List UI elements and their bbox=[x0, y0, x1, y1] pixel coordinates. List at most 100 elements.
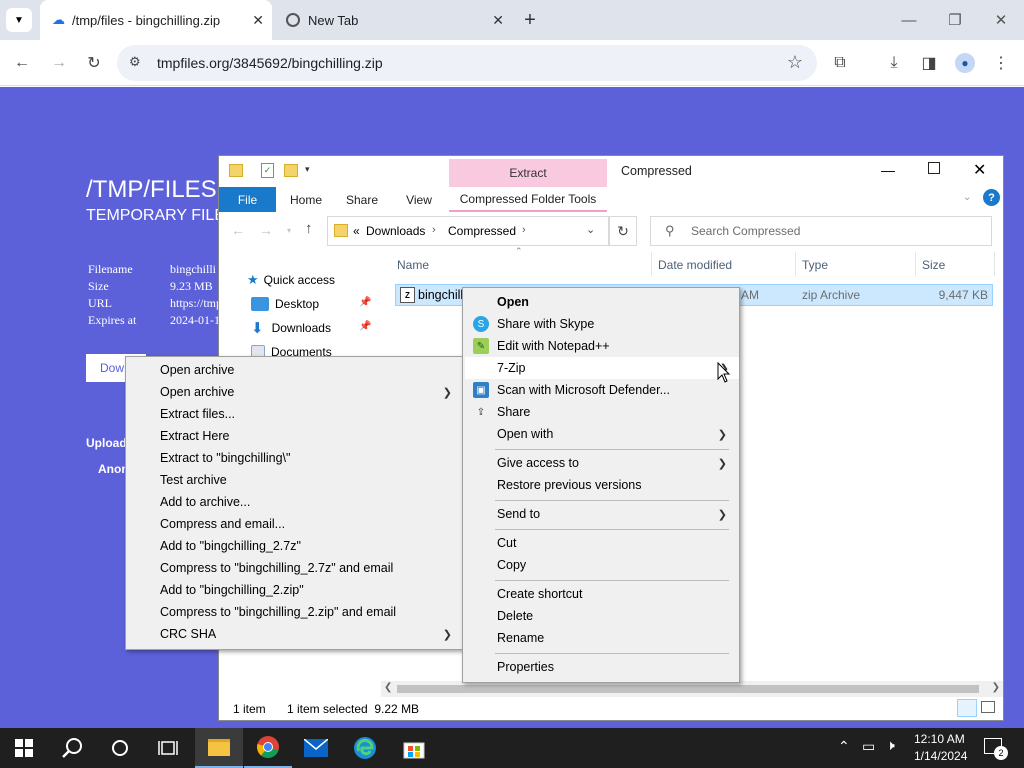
close-icon[interactable]: ✕ bbox=[973, 160, 986, 180]
column-header-date[interactable]: Date modified bbox=[658, 258, 732, 272]
menu-item-share-skype[interactable]: S Share with Skype bbox=[463, 313, 739, 335]
menu-item-share[interactable]: ⇪ Share bbox=[463, 401, 739, 423]
tab-view[interactable]: View bbox=[393, 187, 445, 212]
breadcrumb-compressed[interactable]: Compressed bbox=[448, 224, 516, 238]
tab-home[interactable]: Home bbox=[281, 187, 331, 212]
back-icon[interactable]: ← bbox=[231, 222, 245, 238]
back-button[interactable]: ← bbox=[7, 48, 37, 78]
menu-item-open-archive-sub[interactable]: Open archive ❯ bbox=[126, 381, 464, 403]
menu-button[interactable]: ⋮ bbox=[986, 48, 1016, 78]
menu-item-send-to[interactable]: Send to ❯ bbox=[463, 503, 739, 525]
new-folder-icon[interactable] bbox=[284, 164, 298, 177]
profile-button[interactable]: ● bbox=[950, 48, 980, 78]
taskbar-time[interactable]: 12:10 AM bbox=[914, 732, 965, 746]
address-dropdown-icon[interactable]: ⌄ bbox=[586, 223, 595, 236]
tab-compressed-folder-tools[interactable]: Compressed Folder Tools bbox=[449, 187, 607, 212]
menu-item-open-with[interactable]: Open with ❯ bbox=[463, 423, 739, 445]
menu-item-add-to-archive[interactable]: Add to archive... bbox=[126, 491, 464, 513]
menu-item-cut[interactable]: Cut bbox=[463, 532, 739, 554]
chevron-down-icon[interactable]: ⌄ bbox=[963, 192, 971, 203]
tab-active[interactable]: ☁ /tmp/files - bingchilling.zip ✕ bbox=[40, 0, 272, 40]
nav-desktop[interactable]: Desktop bbox=[251, 293, 319, 315]
restore-button[interactable]: ❐ bbox=[932, 0, 978, 40]
breadcrumb-overflow[interactable]: « bbox=[353, 224, 360, 238]
tab-share[interactable]: Share bbox=[337, 187, 387, 212]
notification-center-button[interactable]: 2 bbox=[984, 738, 1008, 760]
tab-search-button[interactable]: ▼ bbox=[6, 8, 32, 32]
horizontal-scrollbar[interactable]: ❮ ❯ bbox=[381, 681, 1003, 697]
menu-item-extract-files[interactable]: Extract files... bbox=[126, 403, 464, 425]
menu-item-compress-zip-email[interactable]: Compress to "bingchilling_2.zip" and ema… bbox=[126, 601, 464, 623]
nav-downloads[interactable]: ⬇ Downloads bbox=[251, 317, 331, 339]
extensions-button[interactable]: ⧉ bbox=[825, 48, 855, 78]
taskbar-file-explorer[interactable] bbox=[195, 728, 243, 768]
tab-file[interactable]: File bbox=[219, 187, 276, 212]
menu-item-compress-7z-email[interactable]: Compress to "bingchilling_2.7z" and emai… bbox=[126, 557, 464, 579]
taskbar-chrome[interactable] bbox=[244, 728, 292, 768]
column-header-name[interactable]: Name bbox=[397, 258, 429, 272]
network-icon[interactable]: ▭ bbox=[862, 738, 875, 755]
reload-button[interactable]: ↻ bbox=[79, 48, 109, 78]
start-button[interactable] bbox=[0, 728, 48, 768]
site-info-icon[interactable]: ⚙ bbox=[129, 54, 141, 70]
maximize-icon[interactable] bbox=[928, 162, 940, 174]
column-header-size[interactable]: Size bbox=[922, 258, 945, 272]
address-bar[interactable]: « Downloads › Compressed › ⌄ bbox=[327, 216, 609, 246]
volume-muted-icon[interactable]: 🕨 bbox=[886, 737, 895, 754]
taskbar-mail[interactable] bbox=[292, 728, 340, 768]
menu-item-rename[interactable]: Rename bbox=[463, 627, 739, 649]
taskbar-date[interactable]: 1/14/2024 bbox=[914, 749, 967, 763]
search-button[interactable] bbox=[48, 728, 96, 768]
large-icons-view-icon[interactable] bbox=[981, 701, 995, 713]
forward-button[interactable]: → bbox=[44, 48, 74, 78]
tab-close-icon[interactable]: ✕ bbox=[252, 12, 264, 29]
taskbar-edge[interactable] bbox=[341, 728, 389, 768]
menu-item-extract-here[interactable]: Extract Here bbox=[126, 425, 464, 447]
menu-item-edit-notepadpp[interactable]: ✎ Edit with Notepad++ bbox=[463, 335, 739, 357]
minimize-icon[interactable]: — bbox=[881, 162, 895, 178]
menu-item-test-archive[interactable]: Test archive bbox=[126, 469, 464, 491]
side-panel-button[interactable]: ◨ bbox=[914, 48, 944, 78]
field-value[interactable]: https://tmp bbox=[170, 296, 222, 311]
refresh-button[interactable]: ↻ bbox=[609, 216, 637, 246]
scroll-right-icon[interactable]: ❯ bbox=[992, 682, 1000, 693]
tab-new-tab[interactable]: New Tab ✕ bbox=[276, 0, 512, 40]
menu-item-scan-defender[interactable]: ▣ Scan with Microsoft Defender... bbox=[463, 379, 739, 401]
new-tab-button[interactable]: + bbox=[518, 8, 542, 32]
properties-icon[interactable]: ✓ bbox=[261, 163, 274, 178]
menu-item-crc-sha[interactable]: CRC SHA ❯ bbox=[126, 623, 464, 645]
task-view-button[interactable] bbox=[144, 728, 192, 768]
menu-item-create-shortcut[interactable]: Create shortcut bbox=[463, 583, 739, 605]
menu-item-open[interactable]: Open bbox=[463, 291, 739, 313]
search-box[interactable]: ⚲ Search Compressed bbox=[650, 216, 992, 246]
close-button[interactable]: ✕ bbox=[978, 0, 1024, 40]
menu-item-add-to-zip[interactable]: Add to "bingchilling_2.zip" bbox=[126, 579, 464, 601]
menu-item-extract-to[interactable]: Extract to "bingchilling\" bbox=[126, 447, 464, 469]
menu-item-7zip[interactable]: 7-Zip ❯ bbox=[465, 357, 739, 379]
menu-item-properties[interactable]: Properties bbox=[463, 656, 739, 678]
scrollbar-thumb[interactable] bbox=[397, 685, 979, 693]
column-header-type[interactable]: Type bbox=[802, 258, 828, 272]
tab-extract[interactable]: Extract bbox=[449, 159, 607, 187]
menu-item-restore-versions[interactable]: Restore previous versions bbox=[463, 474, 739, 496]
address-bar[interactable]: ⚙ tmpfiles.org/3845692/bingchilling.zip … bbox=[117, 45, 817, 81]
taskbar-store[interactable] bbox=[390, 728, 438, 768]
nav-quick-access[interactable]: ★ Quick access bbox=[247, 269, 335, 291]
recent-locations-icon[interactable]: ▾ bbox=[287, 226, 291, 235]
cortana-button[interactable] bbox=[96, 728, 144, 768]
customize-quick-access-icon[interactable]: ▾ bbox=[305, 164, 310, 175]
up-icon[interactable]: ↑ bbox=[305, 220, 313, 237]
forward-icon[interactable]: → bbox=[259, 222, 273, 238]
menu-item-open-archive[interactable]: Open archive bbox=[126, 359, 464, 381]
menu-item-copy[interactable]: Copy bbox=[463, 554, 739, 576]
help-icon[interactable]: ? bbox=[983, 189, 1000, 206]
breadcrumb-downloads[interactable]: Downloads bbox=[366, 224, 425, 238]
star-icon[interactable]: ☆ bbox=[787, 52, 803, 73]
menu-item-delete[interactable]: Delete bbox=[463, 605, 739, 627]
tab-close-icon[interactable]: ✕ bbox=[492, 12, 504, 29]
show-hidden-icons[interactable]: ⌃ bbox=[838, 738, 850, 755]
minimize-button[interactable]: — bbox=[886, 0, 932, 40]
scroll-left-icon[interactable]: ❮ bbox=[384, 682, 392, 693]
downloads-button[interactable]: ⤓ bbox=[879, 48, 909, 78]
menu-item-add-to-7z[interactable]: Add to "bingchilling_2.7z" bbox=[126, 535, 464, 557]
